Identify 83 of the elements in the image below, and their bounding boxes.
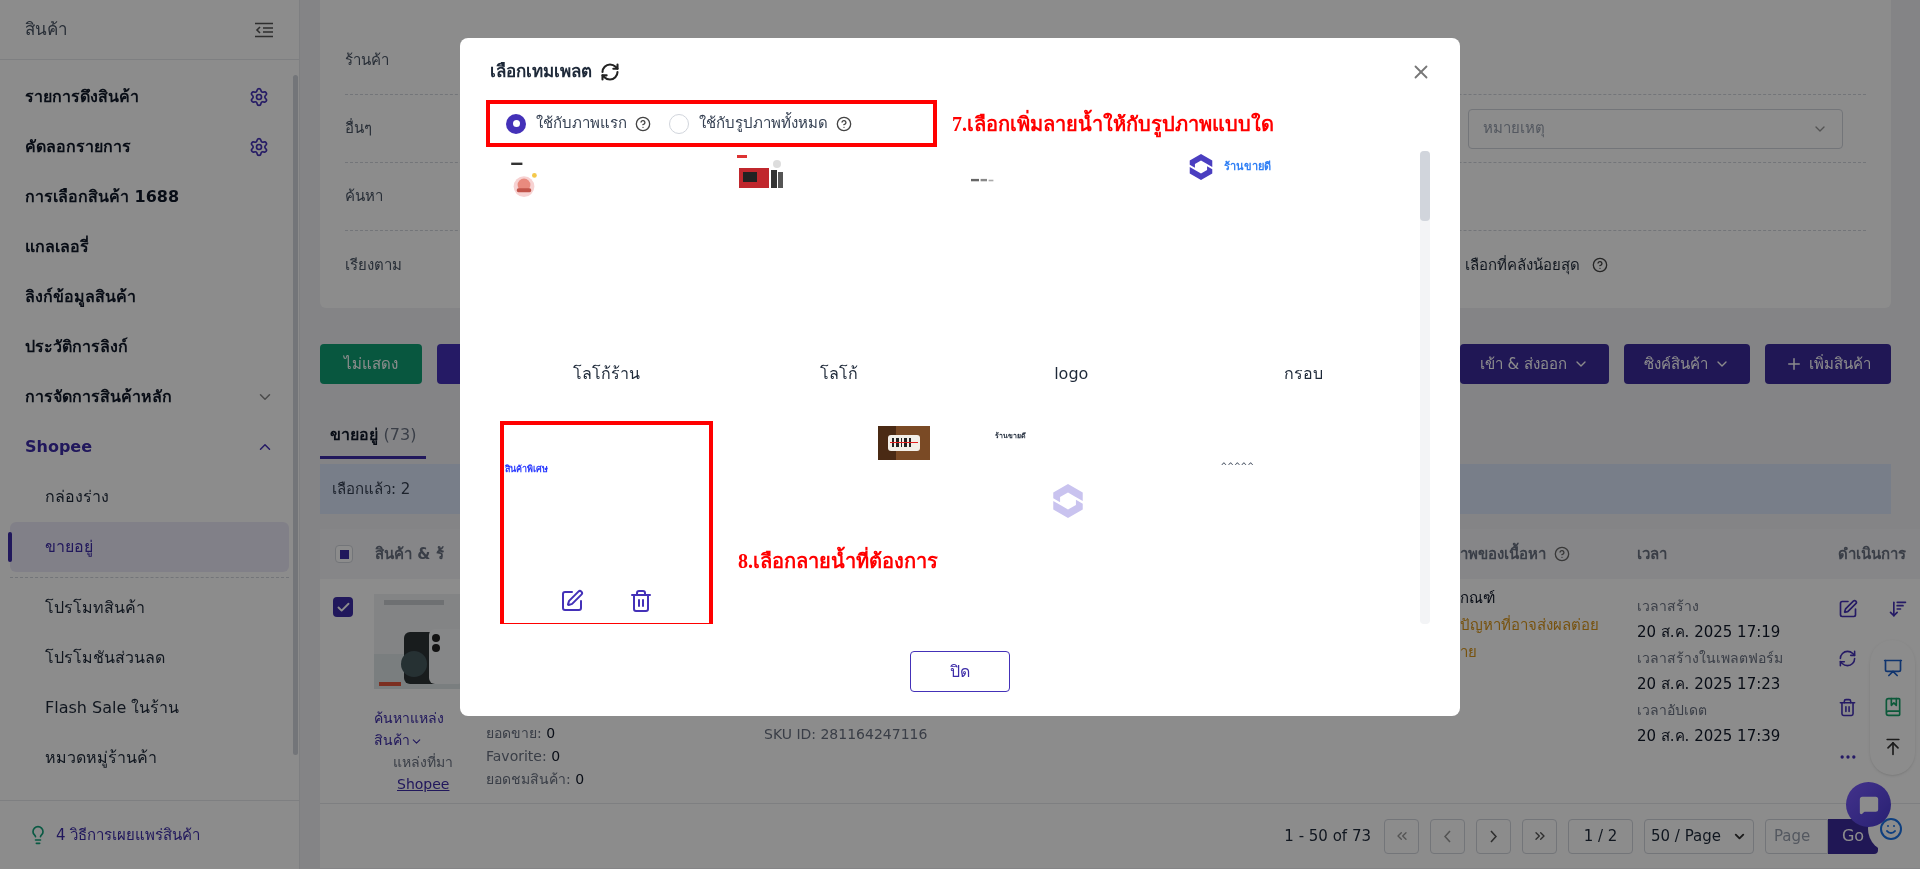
filter-label: อื่นๆ bbox=[345, 117, 372, 140]
watermark-text: สินค้าพิเศษ bbox=[505, 463, 548, 476]
warning-text: าย bbox=[1460, 642, 1478, 663]
template-thumbnail[interactable]: ร้านขายดี bbox=[1187, 151, 1420, 351]
radio-option[interactable]: ใช้กับรูปภาพทั้งหมด bbox=[669, 112, 828, 135]
filter-label: ค้นหา bbox=[345, 186, 383, 208]
board-icon[interactable] bbox=[1882, 657, 1903, 678]
sidebar-subitem[interactable]: หมวดหมู่ร้านค้า bbox=[10, 733, 289, 783]
help-icon[interactable] bbox=[635, 115, 651, 132]
sidebar-subitem[interactable]: โปรโมชันส่วนลด bbox=[10, 633, 289, 683]
dialog-title: เลือกเทมเพลต bbox=[490, 60, 592, 84]
selection-count: เลือกแล้ว: 2 bbox=[332, 478, 411, 500]
scroll-thumb[interactable] bbox=[293, 75, 298, 755]
edit-icon[interactable] bbox=[1838, 599, 1858, 619]
jump-page-field[interactable]: Page bbox=[1765, 818, 1828, 854]
chat-icon bbox=[1858, 794, 1879, 815]
add-product-button[interactable]: เพิ่มสินค้า bbox=[1765, 344, 1891, 384]
sidebar-subitem[interactable]: Flash Sale ในร้าน bbox=[10, 683, 289, 733]
delete-icon[interactable] bbox=[1838, 698, 1857, 717]
watermark-text: ^^^^^ bbox=[1220, 461, 1254, 473]
hexagon-logo-icon bbox=[1051, 481, 1085, 520]
sidebar-subitem[interactable]: กล่องร่าง bbox=[10, 472, 289, 522]
delete-icon[interactable] bbox=[628, 589, 653, 613]
warning-text: ปัญหาที่อาจส่งผลต่อย bbox=[1460, 614, 1600, 636]
tab[interactable]: ขายอยู่ (73) bbox=[320, 414, 427, 459]
help-icon[interactable] bbox=[836, 115, 852, 132]
sidebar-subitem[interactable]: โปรโมทสินค้า bbox=[10, 583, 289, 633]
settings-icon[interactable] bbox=[249, 87, 269, 107]
time-label: เวลาอัปเดต bbox=[1637, 701, 1708, 720]
time-label: เวลาสร้างในเพลตฟอร์ม bbox=[1637, 649, 1784, 668]
sidebar-subitem[interactable]: ขายอยู่ bbox=[10, 522, 289, 572]
column-header: าพของเนื้อหา bbox=[1460, 542, 1546, 565]
help-icon[interactable] bbox=[1592, 257, 1608, 273]
hexagon-logo-icon bbox=[1187, 152, 1214, 182]
sku-text: SKU ID: 281164247116 bbox=[764, 726, 928, 742]
watermark-text: ร้านขายดี bbox=[1223, 158, 1271, 175]
scroll-thumb[interactable] bbox=[1420, 151, 1430, 221]
page-number-field[interactable]: 1 / 2 bbox=[1568, 818, 1633, 854]
select-all-checkbox[interactable] bbox=[335, 545, 353, 563]
collapse-menu-icon[interactable] bbox=[254, 21, 274, 38]
annotation-text: 7.เลือกเพิ่มลายน้ำให้กับรูปภาพแบบใด bbox=[952, 108, 1274, 139]
refresh-icon[interactable] bbox=[600, 62, 620, 82]
sidebar-footer-link[interactable]: 4 วิธีการเผยแพร่สินค้า bbox=[56, 823, 201, 847]
row-checkbox[interactable] bbox=[333, 597, 353, 617]
stat-text: ยอดขาย: 0 bbox=[486, 724, 557, 743]
settings-icon[interactable] bbox=[249, 137, 269, 157]
chevron-left-icon bbox=[1444, 829, 1451, 843]
sort-option[interactable]: เลือกที่คลังน้อยสุด bbox=[1465, 253, 1580, 277]
time-value: 20 ส.ค. 2025 17:39 bbox=[1637, 726, 1782, 747]
content-status: กณฑ์ bbox=[1460, 588, 1496, 609]
find-source-link[interactable]: ค้นหาแหล่งสินค้า bbox=[374, 707, 454, 751]
template-name[interactable]: โลโก้ bbox=[722, 351, 955, 396]
template-name[interactable]: โลโก้ร้าน bbox=[490, 351, 723, 396]
template-name[interactable]: กรอบ bbox=[1187, 351, 1420, 396]
radio-option[interactable]: ใช้กับภาพแรก bbox=[506, 112, 627, 135]
time-label: เวลาสร้าง bbox=[1637, 597, 1700, 616]
source-link[interactable]: Shopee bbox=[397, 773, 450, 795]
smiley-icon bbox=[1879, 817, 1903, 841]
sort-icon[interactable] bbox=[1888, 599, 1908, 619]
chevron-right-icon bbox=[1490, 829, 1497, 843]
column-header: สินค้า & ร้ bbox=[375, 543, 444, 565]
sync-icon[interactable] bbox=[1838, 649, 1857, 668]
annotation-text: 8.เลือกลายน้ำที่ต้องการ bbox=[738, 546, 938, 576]
filter-label: เรียงตาม bbox=[345, 254, 402, 276]
close-button[interactable]: ปิด bbox=[910, 651, 1010, 692]
template-card[interactable]: ^^^^^ bbox=[1197, 421, 1410, 477]
time-value: 20 ส.ค. 2025 17:23 bbox=[1637, 674, 1782, 695]
sidebar-title: สินค้า bbox=[25, 17, 68, 41]
dropdown-button[interactable]: ซิงค์สินค้า bbox=[1624, 344, 1750, 384]
source-label: แหล่งที่มา bbox=[392, 752, 454, 772]
time-value: 20 ส.ค. 2025 17:19 bbox=[1637, 622, 1782, 643]
stat-text: Favorite: 0 bbox=[486, 747, 562, 766]
template-card[interactable]: สินค้าพิเศษ bbox=[500, 421, 713, 624]
stat-text: ยอดชมสินค้า: 0 bbox=[486, 770, 586, 789]
column-header: เวลา bbox=[1637, 543, 1667, 565]
column-header: ดำเนินการ bbox=[1838, 543, 1906, 565]
plus-icon bbox=[1785, 355, 1803, 373]
page-size-select[interactable]: 50 / Page bbox=[1644, 818, 1754, 854]
filter-label: ร้านค้า bbox=[345, 50, 389, 72]
pagination-range: 1 - 50 of 73 bbox=[1284, 825, 1371, 847]
template-name[interactable]: logo bbox=[955, 351, 1188, 396]
edit-icon[interactable] bbox=[559, 589, 584, 613]
dropdown-button[interactable]: เข้า & ส่งออก bbox=[1459, 344, 1609, 384]
